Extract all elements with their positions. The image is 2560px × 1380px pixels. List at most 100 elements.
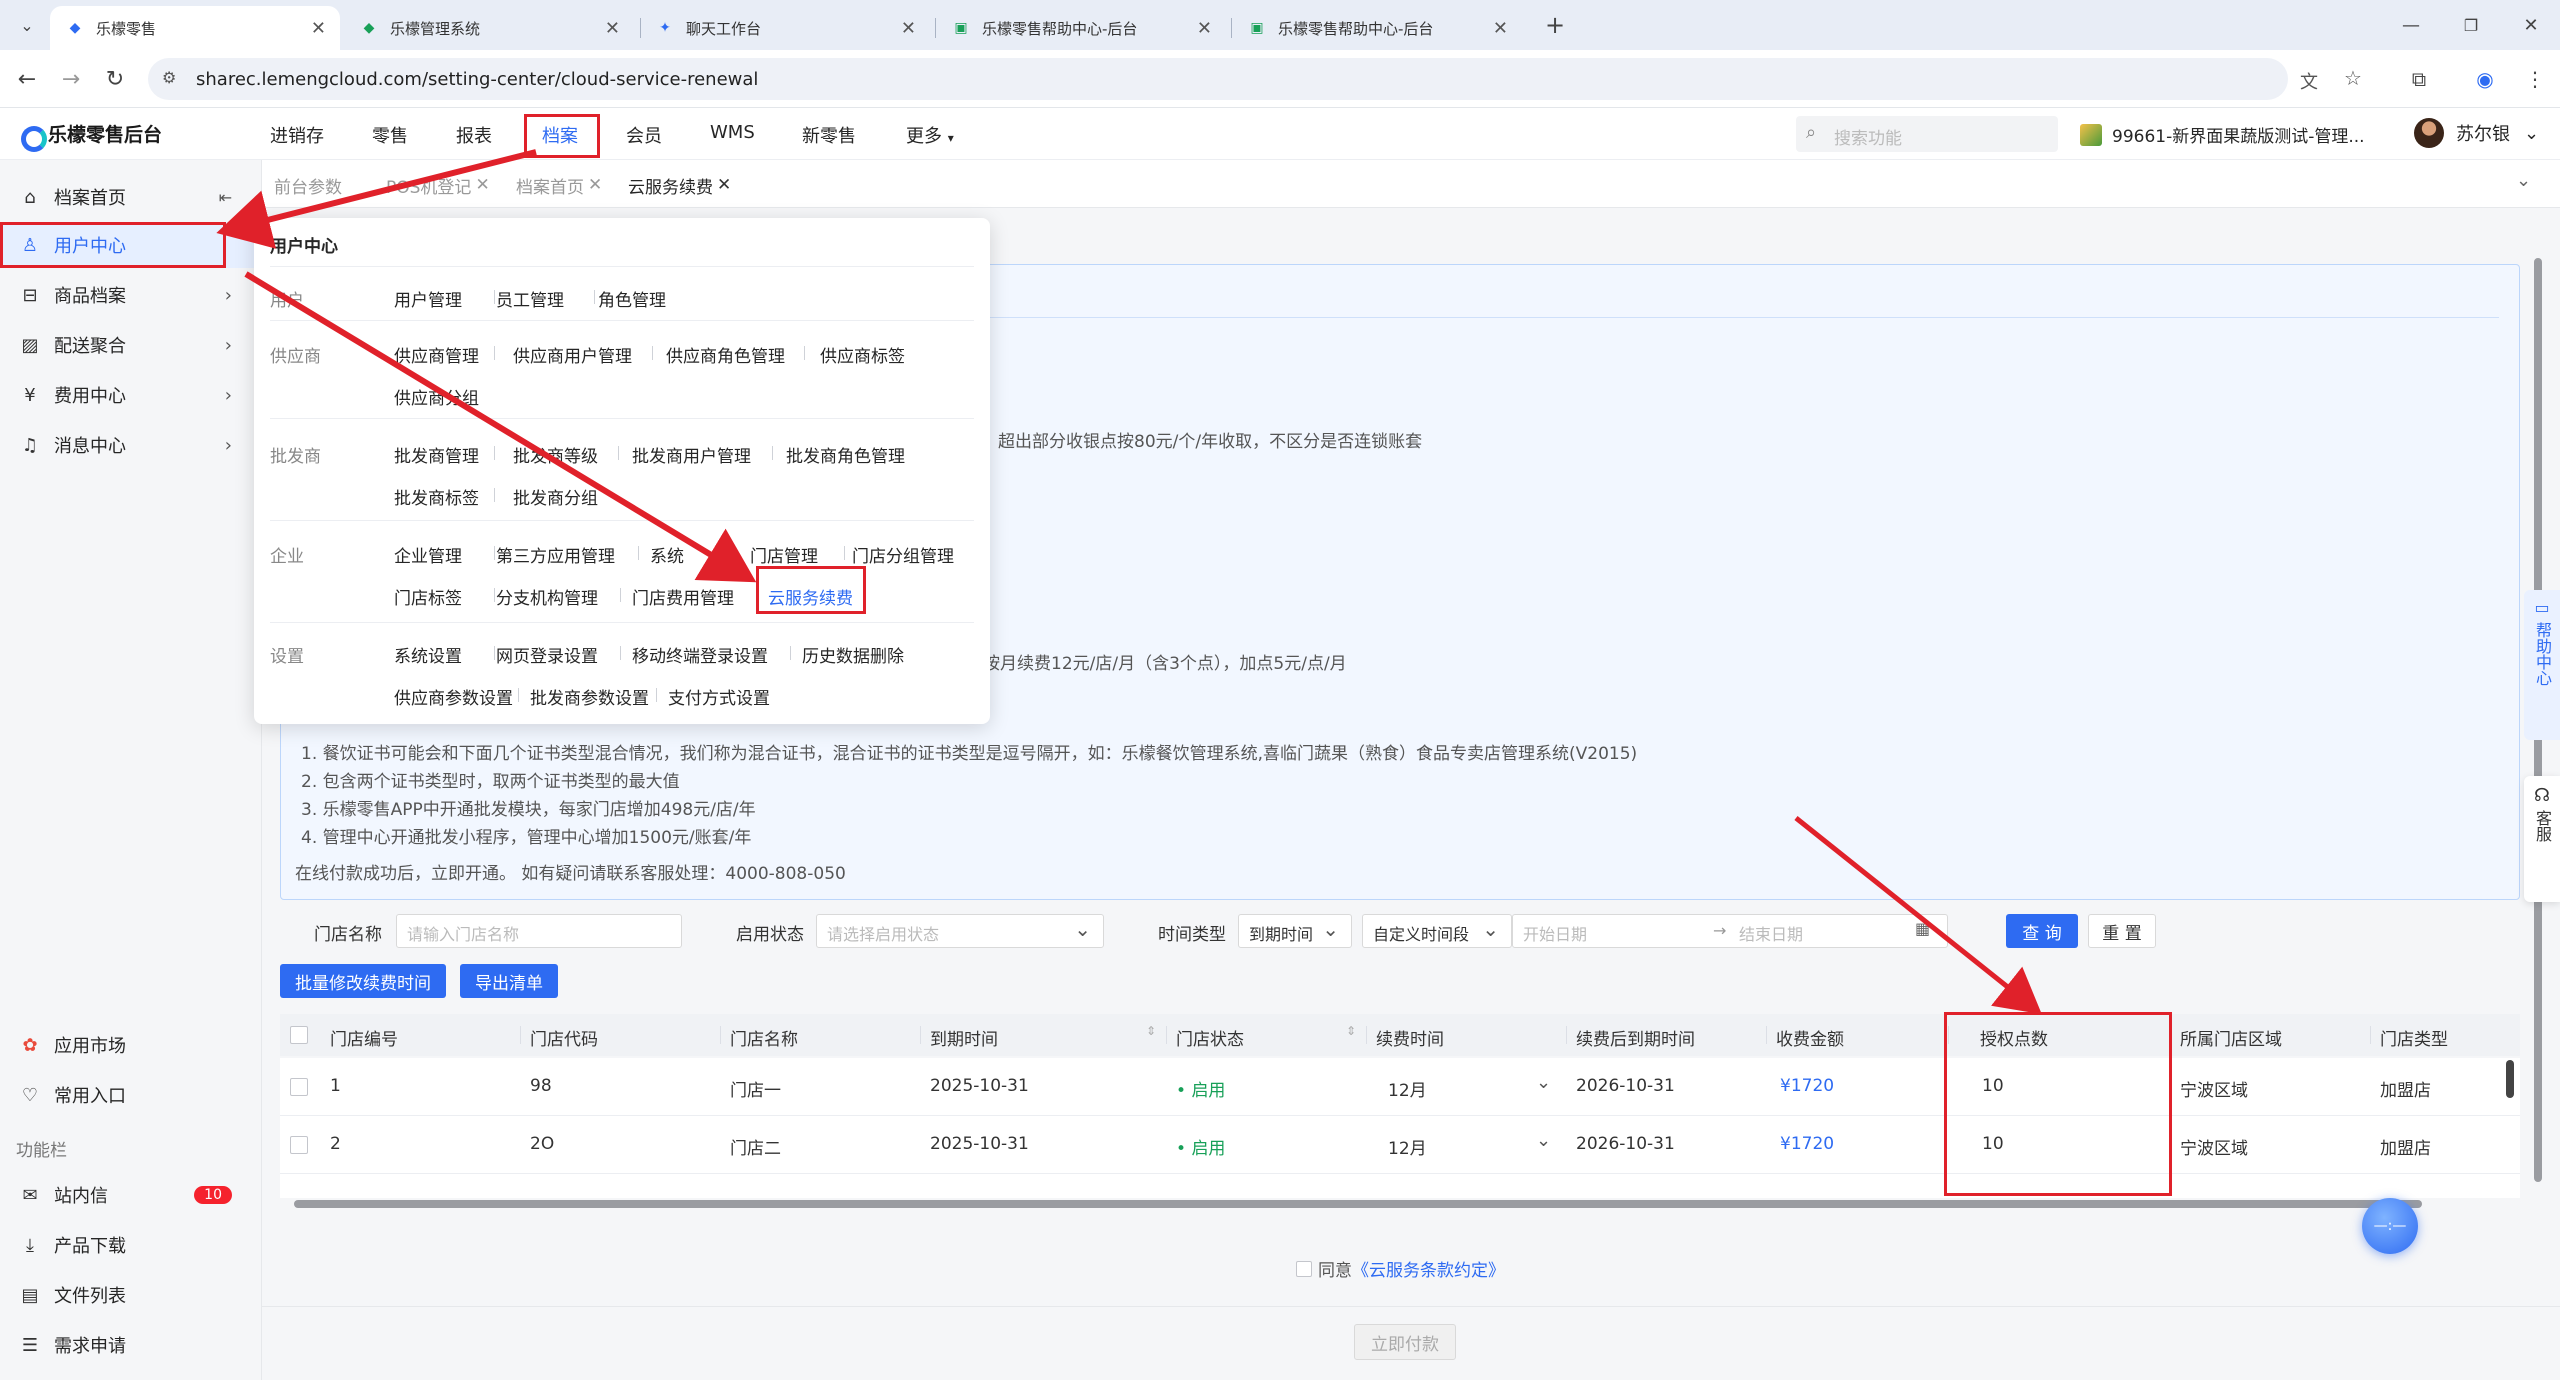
translate-icon[interactable]: 文 xyxy=(2300,68,2318,94)
nav-more[interactable]: 更多 ▾ xyxy=(906,122,954,148)
browser-menu-icon[interactable]: ⋮ xyxy=(2520,64,2550,94)
menu-supplier-management[interactable]: 供应商管理 xyxy=(394,342,479,367)
table-row[interactable]: 2 2O 门店二 2025-10-31 • 启用 12月 ⌄ 2026-10-3… xyxy=(280,1116,2520,1174)
sidebar-item-favorites[interactable]: ♡ 常用入口 xyxy=(0,1072,262,1118)
date-range-picker[interactable]: 开始日期 → 结束日期 ▦ xyxy=(1512,914,1948,948)
close-icon[interactable]: ✕ xyxy=(901,18,916,39)
menu-system-settings[interactable]: 系统设置 xyxy=(394,642,462,667)
row-checkbox[interactable] xyxy=(290,1136,308,1154)
menu-supplier-tags[interactable]: 供应商标签 xyxy=(820,342,905,367)
col-expiry[interactable]: 到期时间 xyxy=(930,1025,998,1050)
menu-store-tags[interactable]: 门店标签 xyxy=(394,584,462,609)
browser-tab-2[interactable]: ◆ 乐檬管理系统 ✕ xyxy=(344,6,634,50)
chevron-down-icon[interactable]: ⌄ xyxy=(1536,1072,1551,1093)
profile-icon[interactable]: ◉ xyxy=(2470,64,2500,94)
menu-third-party-apps[interactable]: 第三方应用管理 xyxy=(496,542,615,567)
horizontal-scrollbar[interactable] xyxy=(294,1200,2422,1208)
nav-reports[interactable]: 报表 xyxy=(456,122,492,148)
reset-button[interactable]: 重 置 xyxy=(2088,914,2156,948)
sidebar-item-delivery[interactable]: ▨ 配送聚合 › xyxy=(0,322,262,368)
browser-tab-1[interactable]: ◆ 乐檬零售 ✕ xyxy=(50,6,340,50)
batch-edit-renewal-button[interactable]: 批量修改续费时间 xyxy=(280,964,446,998)
col-store-status[interactable]: 门店状态 xyxy=(1176,1025,1244,1050)
cell-renew-period[interactable]: 12月 xyxy=(1388,1076,1427,1101)
back-icon[interactable]: ← xyxy=(12,64,42,94)
sidebar-item-files[interactable]: ▤ 文件列表 xyxy=(0,1272,262,1318)
page-tab-front-params[interactable]: 前台参数 xyxy=(274,170,342,200)
query-button[interactable]: 查 询 xyxy=(2006,914,2078,948)
sort-icon[interactable]: ⇕ xyxy=(1346,1024,1356,1038)
tabs-more-icon[interactable]: ⌄ xyxy=(2516,170,2531,191)
menu-role-management[interactable]: 角色管理 xyxy=(598,286,666,311)
sidebar-item-requests[interactable]: ☰ 需求申请 xyxy=(0,1322,262,1368)
window-close-icon[interactable]: ✕ xyxy=(2516,10,2546,40)
export-list-button[interactable]: 导出清单 xyxy=(460,964,558,998)
nav-new-retail[interactable]: 新零售 xyxy=(802,122,856,148)
minimize-icon[interactable]: — xyxy=(2396,10,2426,40)
url-text[interactable]: sharec.lemengcloud.com/setting-center/cl… xyxy=(196,69,758,90)
browser-tab-3[interactable]: ✦ 聊天工作台 ✕ xyxy=(640,6,930,50)
nav-jinxiaocun[interactable]: 进销存 xyxy=(270,122,324,148)
menu-store-management[interactable]: 门店管理 xyxy=(750,542,818,567)
menu-supplier-users[interactable]: 供应商用户管理 xyxy=(513,342,632,367)
close-icon[interactable]: ✕ xyxy=(311,18,326,39)
end-date-placeholder[interactable]: 结束日期 xyxy=(1739,921,1803,945)
menu-wholesaler-users[interactable]: 批发商用户管理 xyxy=(632,442,751,467)
chevron-down-icon[interactable]: ⌄ xyxy=(1536,1130,1551,1151)
shop-switcher[interactable]: 99661-新界面果蔬版测试-管理... xyxy=(2080,122,2365,147)
menu-system[interactable]: 系统 xyxy=(650,542,684,567)
row-checkbox[interactable] xyxy=(290,1078,308,1096)
menu-wholesaler-tags[interactable]: 批发商标签 xyxy=(394,484,479,509)
sidebar-item-archive-home[interactable]: ⌂ 档案首页 ⇤ xyxy=(0,174,262,220)
table-vertical-scrollbar[interactable] xyxy=(2506,1060,2514,1098)
agree-checkbox[interactable] xyxy=(1296,1260,1312,1277)
sidebar-item-goods[interactable]: ⊟ 商品档案 › xyxy=(0,272,262,318)
time-type-select[interactable]: 到期时间 xyxy=(1238,914,1352,948)
close-icon[interactable]: ✕ xyxy=(717,175,731,195)
close-icon[interactable]: ✕ xyxy=(605,18,620,39)
cell-renew-period[interactable]: 12月 xyxy=(1388,1134,1427,1159)
menu-staff-management[interactable]: 员工管理 xyxy=(496,286,564,311)
menu-enterprise-management[interactable]: 企业管理 xyxy=(394,542,462,567)
extensions-icon[interactable]: ⧉ xyxy=(2404,64,2434,94)
app-logo[interactable]: 乐檬零售后台 xyxy=(18,120,162,152)
pay-now-button[interactable]: 立即付款 xyxy=(1354,1324,1456,1360)
customer-service-float[interactable]: ☊ 客服 xyxy=(2524,776,2560,902)
start-date-placeholder[interactable]: 开始日期 xyxy=(1523,925,1587,944)
period-select[interactable]: 自定义时间段 xyxy=(1362,914,1512,948)
browser-tab-5[interactable]: ▣ 乐檬零售帮助中心-后台 ✕ xyxy=(1232,6,1522,50)
bookmark-star-icon[interactable]: ☆ xyxy=(2344,66,2362,90)
sidebar-item-fees[interactable]: ¥ 费用中心 › xyxy=(0,372,262,418)
store-name-input[interactable]: 请输入门店名称 xyxy=(396,914,682,948)
page-tab-pos[interactable]: POS机登记 ✕ xyxy=(386,170,490,200)
select-all-checkbox[interactable] xyxy=(290,1026,308,1044)
tab-list-icon[interactable]: ⌄ xyxy=(12,10,42,40)
nav-retail[interactable]: 零售 xyxy=(372,122,408,148)
nav-wms[interactable]: WMS xyxy=(710,122,755,143)
restore-icon[interactable]: ❐ xyxy=(2456,10,2486,40)
menu-mobile-login-settings[interactable]: 移动终端登录设置 xyxy=(632,642,768,667)
close-icon[interactable]: ✕ xyxy=(588,175,602,195)
function-search[interactable]: ⌕ 搜索功能 xyxy=(1796,116,2058,152)
site-info-icon[interactable]: ⚙ xyxy=(162,68,176,87)
sidebar-item-inbox[interactable]: ✉ 站内信 10 xyxy=(0,1172,262,1218)
reload-icon[interactable]: ↻ xyxy=(100,64,130,94)
menu-supplier-roles[interactable]: 供应商角色管理 xyxy=(666,342,785,367)
page-tab-cloud-renewal[interactable]: 云服务续费 ✕ xyxy=(628,170,731,200)
sort-icon[interactable]: ⇕ xyxy=(1146,1024,1156,1038)
new-tab-button[interactable]: + xyxy=(1540,10,1570,40)
close-icon[interactable]: ✕ xyxy=(475,175,489,195)
omnibox[interactable]: ⚙ sharec.lemengcloud.com/setting-center/… xyxy=(148,58,2362,100)
sidebar-item-app-market[interactable]: ✿ 应用市场 xyxy=(0,1022,262,1068)
menu-store-fees[interactable]: 门店费用管理 xyxy=(632,584,734,609)
menu-wholesaler-management[interactable]: 批发商管理 xyxy=(394,442,479,467)
menu-web-login-settings[interactable]: 网页登录设置 xyxy=(496,642,598,667)
terms-link[interactable]: 《云服务条款约定》 xyxy=(1352,1256,1505,1281)
forward-icon[interactable]: → xyxy=(56,64,86,94)
table-row[interactable]: 1 98 门店一 2025-10-31 • 启用 12月 ⌄ 2026-10-3… xyxy=(280,1058,2520,1116)
menu-branch-management[interactable]: 分支机构管理 xyxy=(496,584,598,609)
user-menu[interactable]: 苏尔银 ⌄ xyxy=(2414,118,2539,148)
menu-supplier-params[interactable]: 供应商参数设置 xyxy=(394,684,513,709)
sidebar-item-messages[interactable]: ♫ 消息中心 › xyxy=(0,422,262,468)
menu-history-delete[interactable]: 历史数据删除 xyxy=(802,642,904,667)
